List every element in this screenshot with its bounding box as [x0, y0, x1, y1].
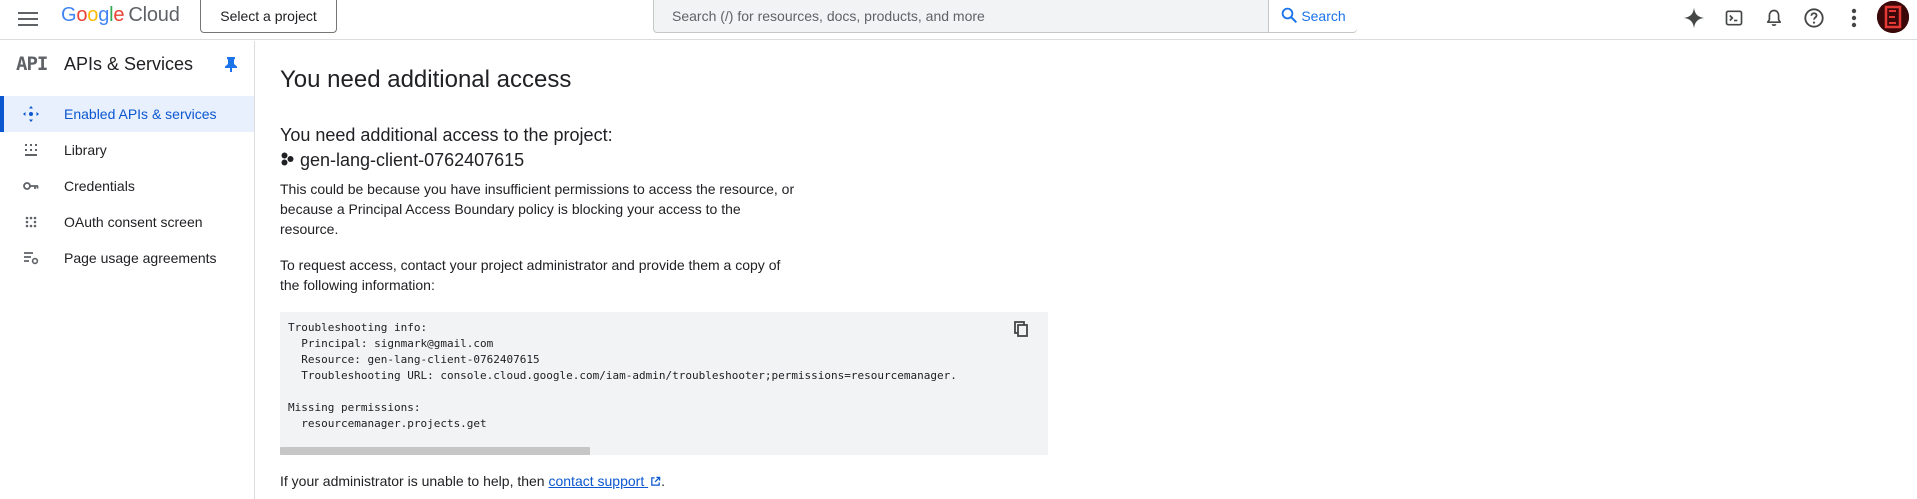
horizontal-scrollbar[interactable] [280, 447, 590, 455]
contact-support-label: contact support [548, 473, 645, 489]
sidebar-item-label: Library [64, 142, 107, 158]
sidebar: API APIs & Services Enabled APIs & servi… [0, 41, 255, 499]
sidebar-item-label: OAuth consent screen [64, 214, 203, 230]
project-line: gen-lang-client-0762407615 [280, 150, 524, 171]
logo-suffix: Cloud [128, 4, 180, 26]
sidebar-title[interactable]: APIs & Services [64, 54, 193, 75]
select-project-button[interactable]: Select a project [200, 0, 337, 33]
external-link-icon [651, 476, 661, 486]
page-title: You need additional access [280, 66, 572, 93]
cloud-shell-icon[interactable] [1720, 4, 1748, 32]
logo-letter: o [76, 4, 88, 26]
sidebar-item-label: Page usage agreements [64, 250, 217, 266]
contact-support-link[interactable]: contact support [548, 473, 661, 489]
logo-letter: G [61, 4, 77, 26]
avatar[interactable] [1877, 1, 1909, 33]
menu-icon[interactable] [14, 5, 42, 33]
troubleshooting-box: Troubleshooting info: Principal: signmar… [280, 312, 1048, 455]
sidebar-item-enabled-apis[interactable]: Enabled APIs & services [0, 96, 254, 132]
access-subtitle: You need additional access to the projec… [280, 125, 613, 145]
library-icon [22, 141, 40, 159]
notifications-icon[interactable] [1760, 4, 1788, 32]
gemini-sparkle-icon[interactable] [1680, 4, 1708, 32]
logo-letter: g [98, 4, 110, 26]
support-text-suffix: . [661, 473, 665, 489]
top-bar: Google Cloud Select a project Search [0, 0, 1917, 40]
project-icon [280, 150, 294, 171]
search-button[interactable]: Search [1268, 0, 1357, 32]
google-cloud-logo[interactable]: Google Cloud [61, 4, 180, 27]
logo-letter: o [87, 4, 99, 26]
support-text: If your administrator is unable to help,… [280, 471, 800, 491]
sidebar-nav: Enabled APIs & services Library Credenti… [0, 96, 254, 276]
sidebar-header: API APIs & Services [0, 41, 254, 89]
enabled-apis-icon [22, 105, 40, 123]
sidebar-item-label: Enabled APIs & services [64, 106, 217, 122]
copy-icon[interactable] [1010, 318, 1032, 340]
explanation-text: This could be because you have insuffici… [280, 181, 795, 237]
help-icon[interactable] [1800, 4, 1828, 32]
settings-list-icon [22, 249, 40, 267]
api-logo: API [16, 53, 48, 75]
sidebar-item-oauth-consent[interactable]: OAuth consent screen [0, 204, 254, 240]
project-name: gen-lang-client-0762407615 [300, 150, 525, 170]
troubleshooting-info[interactable]: Troubleshooting info: Principal: signmar… [288, 320, 957, 432]
support-text-prefix: If your administrator is unable to help,… [280, 473, 549, 489]
more-vert-icon[interactable] [1840, 4, 1868, 32]
search-input[interactable] [654, 0, 1268, 32]
sidebar-item-library[interactable]: Library [0, 132, 254, 168]
search-button-label: Search [1301, 8, 1346, 24]
request-access-text: To request access, contact your project … [280, 257, 781, 293]
oauth-icon [22, 213, 40, 231]
key-icon [22, 177, 40, 195]
logo-letter: e [113, 4, 125, 26]
sidebar-item-page-usage[interactable]: Page usage agreements [0, 240, 254, 276]
pin-icon[interactable] [221, 54, 241, 74]
sidebar-item-label: Credentials [64, 178, 135, 194]
sidebar-item-credentials[interactable]: Credentials [0, 168, 254, 204]
search-icon [1280, 6, 1298, 27]
search-box: Search [653, 0, 1357, 33]
